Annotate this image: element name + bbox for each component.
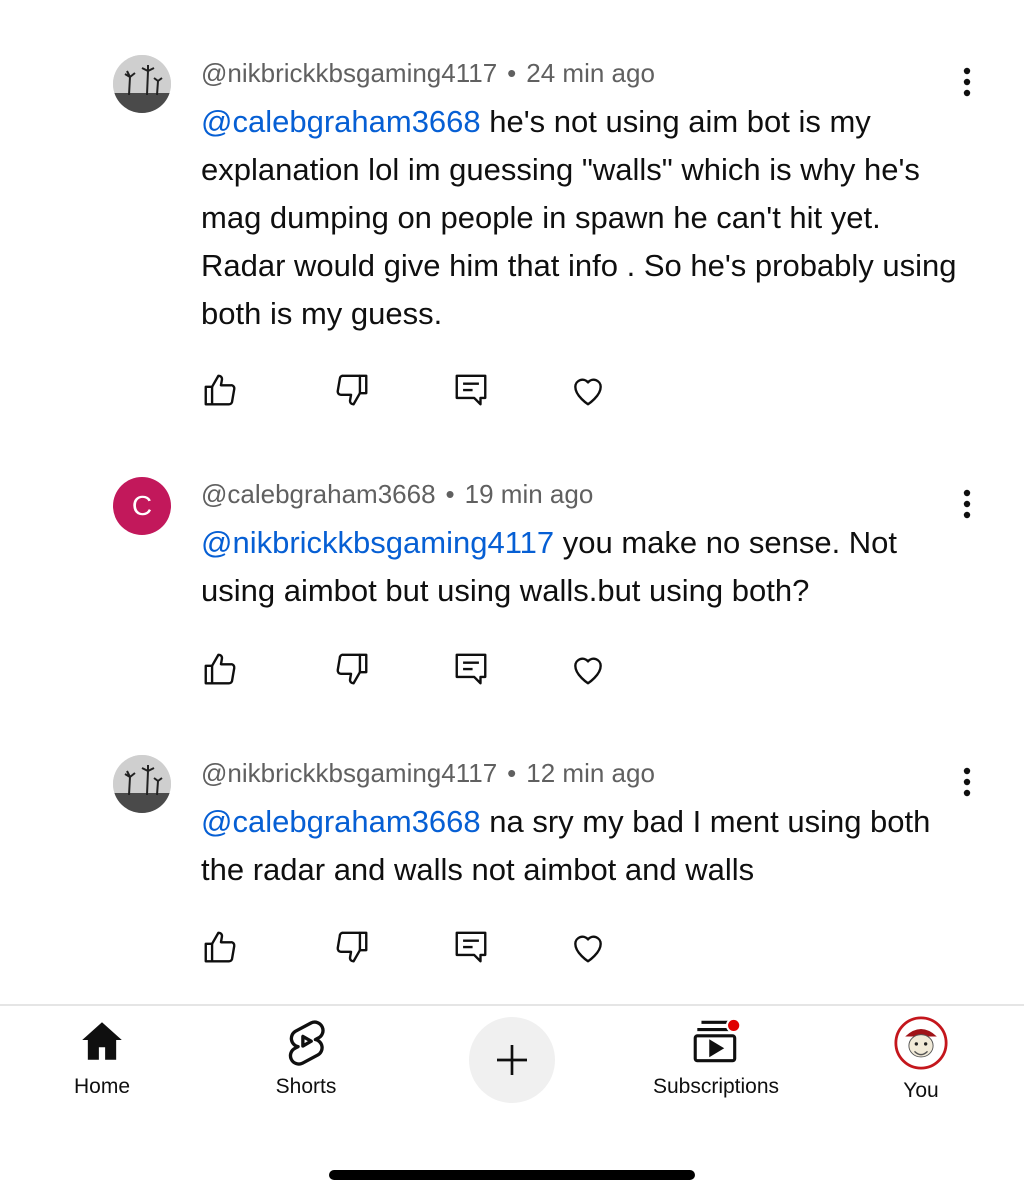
more-options-icon[interactable]	[950, 62, 984, 102]
home-icon	[82, 1022, 122, 1060]
meta-separator: •	[507, 758, 517, 788]
comment-author[interactable]: @calebgraham3668	[201, 479, 436, 509]
comment-time: 19 min ago	[464, 479, 594, 509]
nav-you[interactable]: You	[871, 1016, 971, 1103]
avatar[interactable]	[113, 755, 171, 813]
heart-icon[interactable]	[567, 925, 609, 969]
comment-text: @calebgraham3668 na sry my bad I ment us…	[201, 798, 961, 894]
meta-separator: •	[445, 479, 455, 509]
reply-icon[interactable]	[450, 647, 492, 691]
comment-author[interactable]: @nikbrickkbsgaming4117	[201, 58, 497, 88]
comment-meta: @calebgraham3668 • 19 min ago	[201, 479, 593, 510]
profile-avatar-icon	[894, 1016, 948, 1070]
nav-shorts[interactable]: Shorts	[256, 1016, 356, 1099]
nav-label: Subscriptions	[652, 1075, 780, 1098]
avatar[interactable]	[113, 55, 171, 113]
comment-meta: @nikbrickkbsgaming4117 • 24 min ago	[201, 58, 655, 89]
nav-home[interactable]: Home	[52, 1016, 152, 1099]
mention-link[interactable]: @calebgraham3668	[201, 804, 481, 839]
comment-meta: @nikbrickkbsgaming4117 • 12 min ago	[201, 758, 655, 789]
nav-label: You	[903, 1079, 939, 1102]
dislike-icon[interactable]	[331, 647, 373, 691]
mention-link[interactable]: @calebgraham3668	[201, 104, 481, 139]
heart-icon[interactable]	[567, 368, 609, 412]
shorts-icon	[288, 1020, 325, 1066]
dislike-icon[interactable]	[331, 368, 373, 412]
avatar[interactable]: C	[113, 477, 171, 535]
heart-icon[interactable]	[567, 647, 609, 691]
mention-link[interactable]: @nikbrickkbsgaming4117	[201, 525, 554, 560]
reply-icon[interactable]	[450, 925, 492, 969]
meta-separator: •	[507, 58, 517, 88]
comment-text: @nikbrickkbsgaming4117 you make no sense…	[201, 519, 961, 615]
like-icon[interactable]	[199, 925, 241, 969]
create-button[interactable]	[469, 1017, 555, 1103]
dislike-icon[interactable]	[331, 925, 373, 969]
nav-label: Home	[73, 1075, 131, 1098]
home-indicator[interactable]	[329, 1170, 695, 1180]
comment-time: 12 min ago	[526, 758, 655, 788]
plus-icon	[497, 1045, 527, 1075]
comment-author[interactable]: @nikbrickkbsgaming4117	[201, 758, 497, 788]
nav-subscriptions[interactable]: Subscriptions	[636, 1016, 796, 1099]
more-options-icon[interactable]	[950, 484, 984, 524]
subscriptions-icon	[693, 1017, 742, 1063]
like-icon[interactable]	[199, 368, 241, 412]
nav-label: Shorts	[275, 1075, 337, 1098]
more-options-icon[interactable]	[950, 762, 984, 802]
comment-text: @calebgraham3668 he's not using aim bot …	[201, 98, 961, 338]
reply-icon[interactable]	[450, 368, 492, 412]
like-icon[interactable]	[199, 647, 241, 691]
nav-divider	[0, 1004, 1024, 1006]
comment-time: 24 min ago	[526, 58, 655, 88]
